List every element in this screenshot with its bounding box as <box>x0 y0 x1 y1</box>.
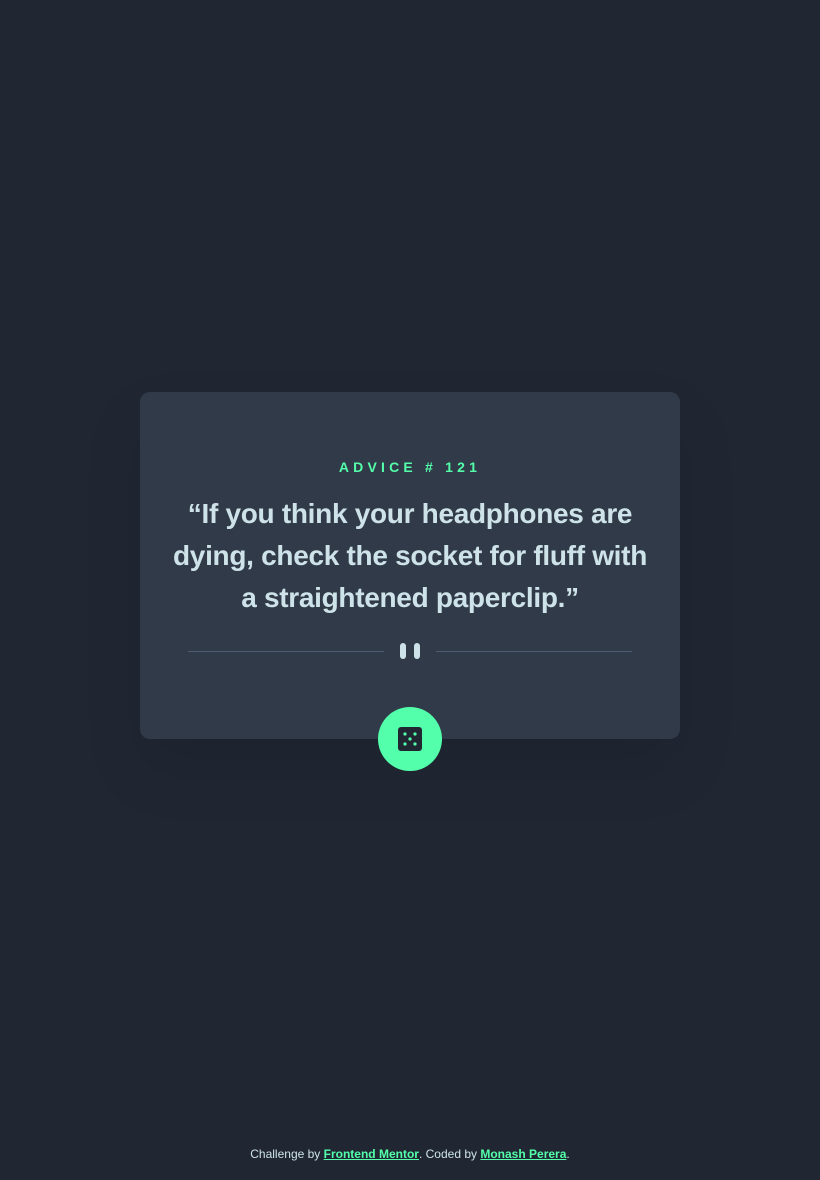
pause-icon <box>400 643 420 659</box>
advice-id: ADVICE # 121 <box>338 459 482 476</box>
frontend-mentor-link[interactable]: Frontend Mentor <box>324 1147 419 1161</box>
author-link[interactable]: Monash Perera <box>480 1147 566 1161</box>
new-advice-button[interactable] <box>378 707 442 771</box>
advice-card: ADVICE # 121 “If you think your headphon… <box>140 392 680 739</box>
attribution-prefix: Challenge by <box>250 1147 324 1161</box>
attribution-suffix: . <box>566 1147 570 1161</box>
advice-quote: “If you think your headphones are dying,… <box>173 498 647 613</box>
divider <box>188 640 632 662</box>
attribution-middle: . Coded by <box>418 1147 481 1161</box>
divider-line-left <box>188 651 384 652</box>
divider-line-right <box>436 651 632 652</box>
dice-icon <box>398 727 422 751</box>
attribution: Challenge by Frontend Mentor. Coded by M… <box>0 1146 820 1162</box>
